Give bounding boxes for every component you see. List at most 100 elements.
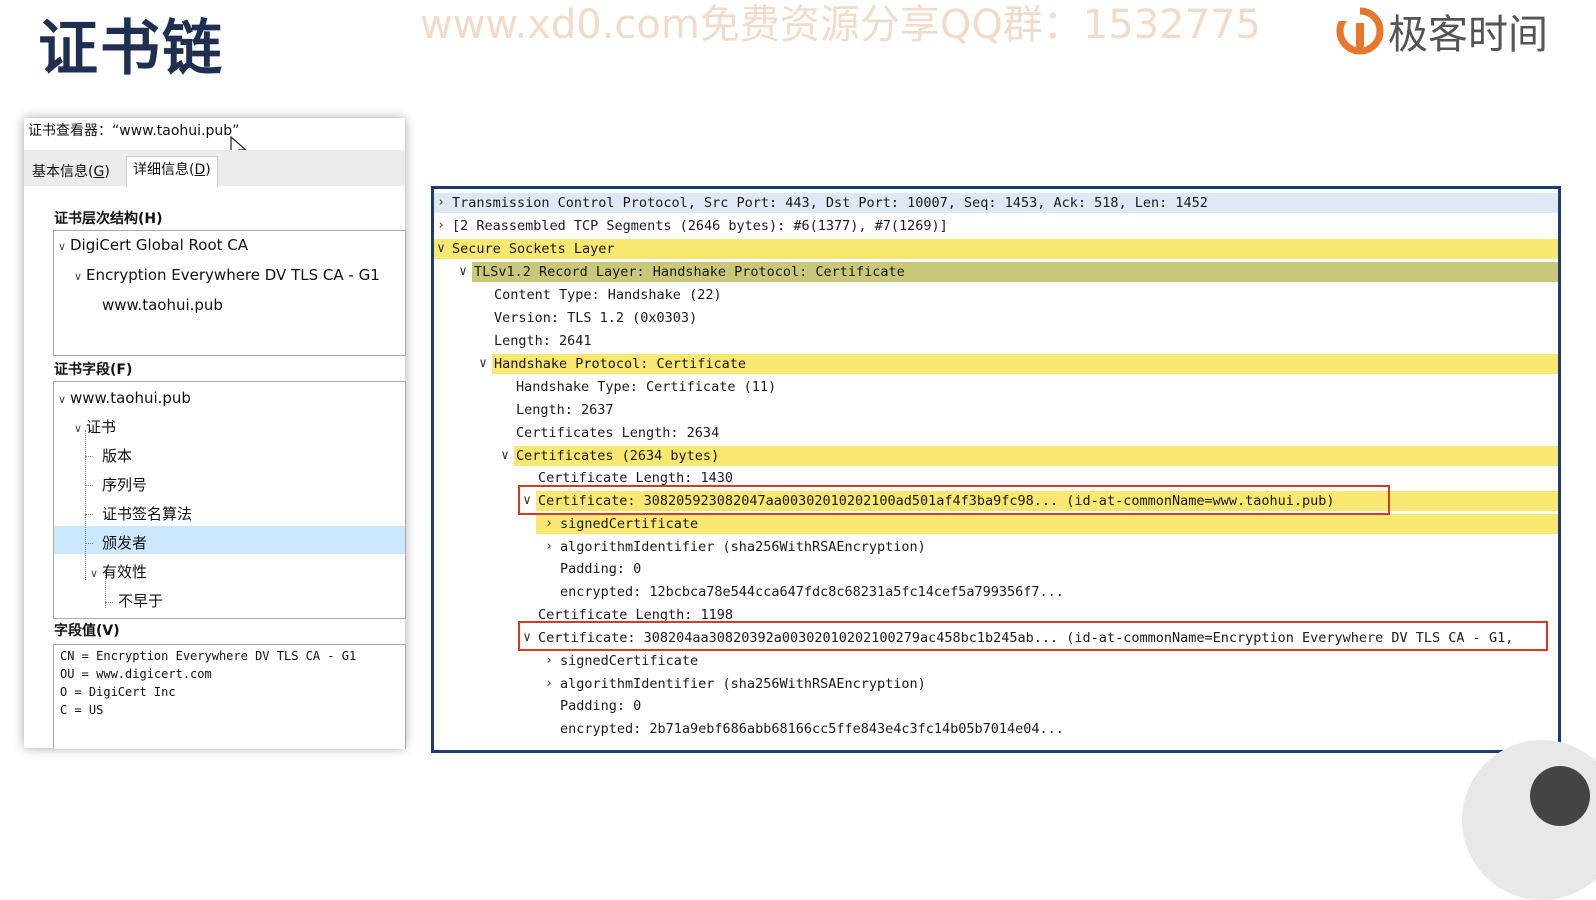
- packet-detail-row[interactable]: › Transmission Control Protocol, Src Port…: [434, 192, 1558, 214]
- chevron-down-icon[interactable]: ∨: [498, 445, 512, 467]
- field-item-label: 证书签名算法: [102, 505, 193, 523]
- field-item-signature-algorithm[interactable]: 证书签名算法: [102, 502, 192, 526]
- packet-detail-row[interactable]: ∨ Handshake Protocol: Certificate: [434, 353, 1558, 375]
- packet-detail-row[interactable]: Content Type: Handshake (22): [434, 284, 1558, 306]
- packet-detail-text: algorithmIdentifier (sha256WithRSAEncryp…: [560, 676, 926, 692]
- fields-label: 证书字段(F): [54, 362, 133, 378]
- chevron-right-icon[interactable]: ›: [434, 215, 448, 237]
- chevron-down-icon[interactable]: ∨: [58, 235, 70, 259]
- packet-detail-row[interactable]: ∨ TLSv1.2 Record Layer: Handshake Protoco…: [434, 261, 1558, 283]
- tab-basic-info[interactable]: 基本信息(G): [26, 160, 116, 184]
- chevron-right-icon[interactable]: ›: [542, 650, 556, 672]
- hierarchy-tree[interactable]: ∨ DigiCert Global Root CA ∨ Encryption Eve…: [53, 230, 406, 356]
- chevron-down-icon[interactable]: ∨: [74, 417, 86, 441]
- packet-detail-row[interactable]: › [2 Reassembled TCP Segments (2646 bytes…: [434, 215, 1558, 237]
- field-item-serial[interactable]: 序列号: [102, 473, 147, 497]
- packet-detail-row[interactable]: › signedCertificate: [434, 650, 1558, 672]
- presenter-avatar-figure: [1530, 766, 1590, 826]
- value-label: 字段值(V): [54, 623, 120, 639]
- brand-name: 极客时间: [1388, 12, 1548, 58]
- field-item-certificate[interactable]: ∨ 证书: [74, 415, 116, 439]
- packet-detail-row[interactable]: Length: 2641: [434, 330, 1558, 352]
- packet-detail-row[interactable]: Padding: 0: [434, 558, 1558, 580]
- fields-tree[interactable]: ∨ www.taohui.pub ∨ 证书 版本 序列号 证书签名算法 颁发者 ∨ 有…: [53, 381, 406, 619]
- packet-detail-row[interactable]: ∨ Secure Sockets Layer: [434, 238, 1558, 260]
- packet-detail-text: TLSv1.2 Record Layer: Handshake Protocol…: [474, 264, 905, 280]
- field-item-validity[interactable]: ∨ 有效性: [90, 560, 147, 584]
- watermark-text: www.xd0.com免费资源分享QQ群：1532775: [420, 2, 1261, 48]
- packet-detail-row[interactable]: › algorithmIdentifier (sha256WithRSAEncry…: [434, 536, 1558, 558]
- field-item-subject[interactable]: ∨ www.taohui.pub: [58, 386, 191, 410]
- packet-detail-text: Padding: 0: [560, 561, 642, 577]
- field-item-not-before[interactable]: 不早于: [118, 589, 163, 613]
- chevron-down-icon[interactable]: ∨: [58, 388, 70, 412]
- chevron-right-icon[interactable]: ›: [542, 536, 556, 558]
- certificate-viewer-dialog: 证书查看器：“www.taohui.pub” 基本信息(G) 详细信息(D) 证…: [24, 118, 406, 749]
- packet-detail-text: Handshake Protocol: Certificate: [494, 356, 746, 372]
- tree-item-label: www.taohui.pub: [102, 296, 223, 314]
- brand-logo-icon: [1336, 5, 1384, 55]
- packet-detail-text: Content Type: Handshake (22): [494, 287, 722, 303]
- chevron-right-icon[interactable]: ›: [434, 192, 448, 214]
- value-line: C = US: [60, 703, 104, 717]
- packet-detail-row[interactable]: Certificates Length: 2634: [434, 422, 1558, 444]
- field-item-issuer[interactable]: 颁发者: [102, 531, 147, 555]
- tree-item-label: DigiCert Global Root CA: [70, 236, 249, 254]
- annotation-box-intermediate-certificate: [518, 621, 1548, 651]
- field-value-textbox[interactable]: CN = Encryption Everywhere DV TLS CA - G…: [53, 644, 406, 749]
- dialog-title: 证书查看器：“www.taohui.pub”: [28, 123, 240, 139]
- tree-guide-line: [85, 543, 93, 544]
- value-line: O = DigiCert Inc: [60, 685, 176, 699]
- packet-detail-row[interactable]: › algorithmIdentifier (sha256WithRSAEncry…: [434, 673, 1558, 695]
- packet-detail-row[interactable]: Handshake Type: Certificate (11): [434, 376, 1558, 398]
- packet-detail-text: signedCertificate: [560, 653, 699, 669]
- packet-detail-text: Secure Sockets Layer: [452, 241, 615, 257]
- tree-guide-line: [85, 485, 93, 486]
- chevron-right-icon[interactable]: ›: [542, 513, 556, 535]
- field-item-version[interactable]: 版本: [102, 444, 132, 468]
- tab-details-accesskey: D: [194, 162, 206, 178]
- field-item-label: 颁发者: [102, 534, 148, 552]
- tree-item-intermediate-ca[interactable]: ∨ Encryption Everywhere DV TLS CA - G1: [74, 263, 380, 287]
- chevron-down-icon[interactable]: ∨: [90, 562, 102, 586]
- field-item-label: 序列号: [102, 476, 148, 494]
- packet-detail-text: Transmission Control Protocol, Src Port:…: [452, 195, 1208, 211]
- packet-detail-row[interactable]: encrypted: 2b71a9ebf686abb68166cc5ffe843…: [434, 718, 1558, 740]
- packet-detail-text: encrypted: 2b71a9ebf686abb68166cc5ffe843…: [560, 721, 1064, 737]
- packet-detail-row[interactable]: › signedCertificate: [434, 513, 1558, 535]
- annotation-box-leaf-certificate: [518, 485, 1390, 515]
- chevron-right-icon[interactable]: ›: [542, 673, 556, 695]
- value-line: CN = Encryption Everywhere DV TLS CA - G…: [60, 649, 357, 663]
- value-line: OU = www.digicert.com: [60, 667, 212, 681]
- packet-detail-text: encrypted: 12bcbca78e544cca647fdc8c68231…: [560, 584, 1064, 600]
- packet-detail-text: signedCertificate: [560, 516, 699, 532]
- tree-guide-line: [105, 602, 113, 603]
- packet-detail-row[interactable]: Version: TLS 1.2 (0x0303): [434, 307, 1558, 329]
- tree-item-label: Encryption Everywhere DV TLS CA - G1: [86, 266, 380, 284]
- packet-detail-text: Length: 2637: [516, 402, 614, 418]
- packet-detail-text: Padding: 0: [560, 698, 642, 714]
- tab-details-label-end: ): [205, 162, 211, 178]
- packet-detail-row[interactable]: Padding: 0: [434, 695, 1558, 717]
- tab-details[interactable]: 详细信息(D): [126, 156, 218, 187]
- packet-details-panel[interactable]: › Transmission Control Protocol, Src Port…: [431, 186, 1561, 753]
- tree-guide-line: [85, 456, 93, 457]
- tree-guide-line: [85, 514, 93, 515]
- packet-detail-row[interactable]: Length: 2637: [434, 399, 1558, 421]
- tab-basic-info-label: 基本信息(: [32, 164, 94, 180]
- chevron-down-icon[interactable]: ∨: [434, 238, 448, 260]
- packet-detail-row[interactable]: ∨ Certificates (2634 bytes): [434, 445, 1558, 467]
- chevron-down-icon[interactable]: ∨: [456, 261, 470, 283]
- chevron-down-icon[interactable]: ∨: [476, 353, 490, 375]
- tab-details-label: 详细信息(: [133, 162, 195, 178]
- packet-detail-row[interactable]: encrypted: 12bcbca78e544cca647fdc8c68231…: [434, 581, 1558, 603]
- slide-title: 证书链: [38, 14, 224, 84]
- tree-item-root-ca[interactable]: ∨ DigiCert Global Root CA: [58, 233, 248, 257]
- field-value-text: CN = Encryption Everywhere DV TLS CA - G…: [60, 647, 356, 719]
- chevron-down-icon[interactable]: ∨: [74, 265, 86, 289]
- tab-basic-info-accesskey: G: [93, 164, 105, 180]
- field-item-label: 不早于: [118, 592, 164, 610]
- field-item-label: 版本: [102, 447, 133, 465]
- tree-item-leaf-cert[interactable]: www.taohui.pub: [102, 293, 223, 317]
- tree-guide-line: [85, 430, 86, 580]
